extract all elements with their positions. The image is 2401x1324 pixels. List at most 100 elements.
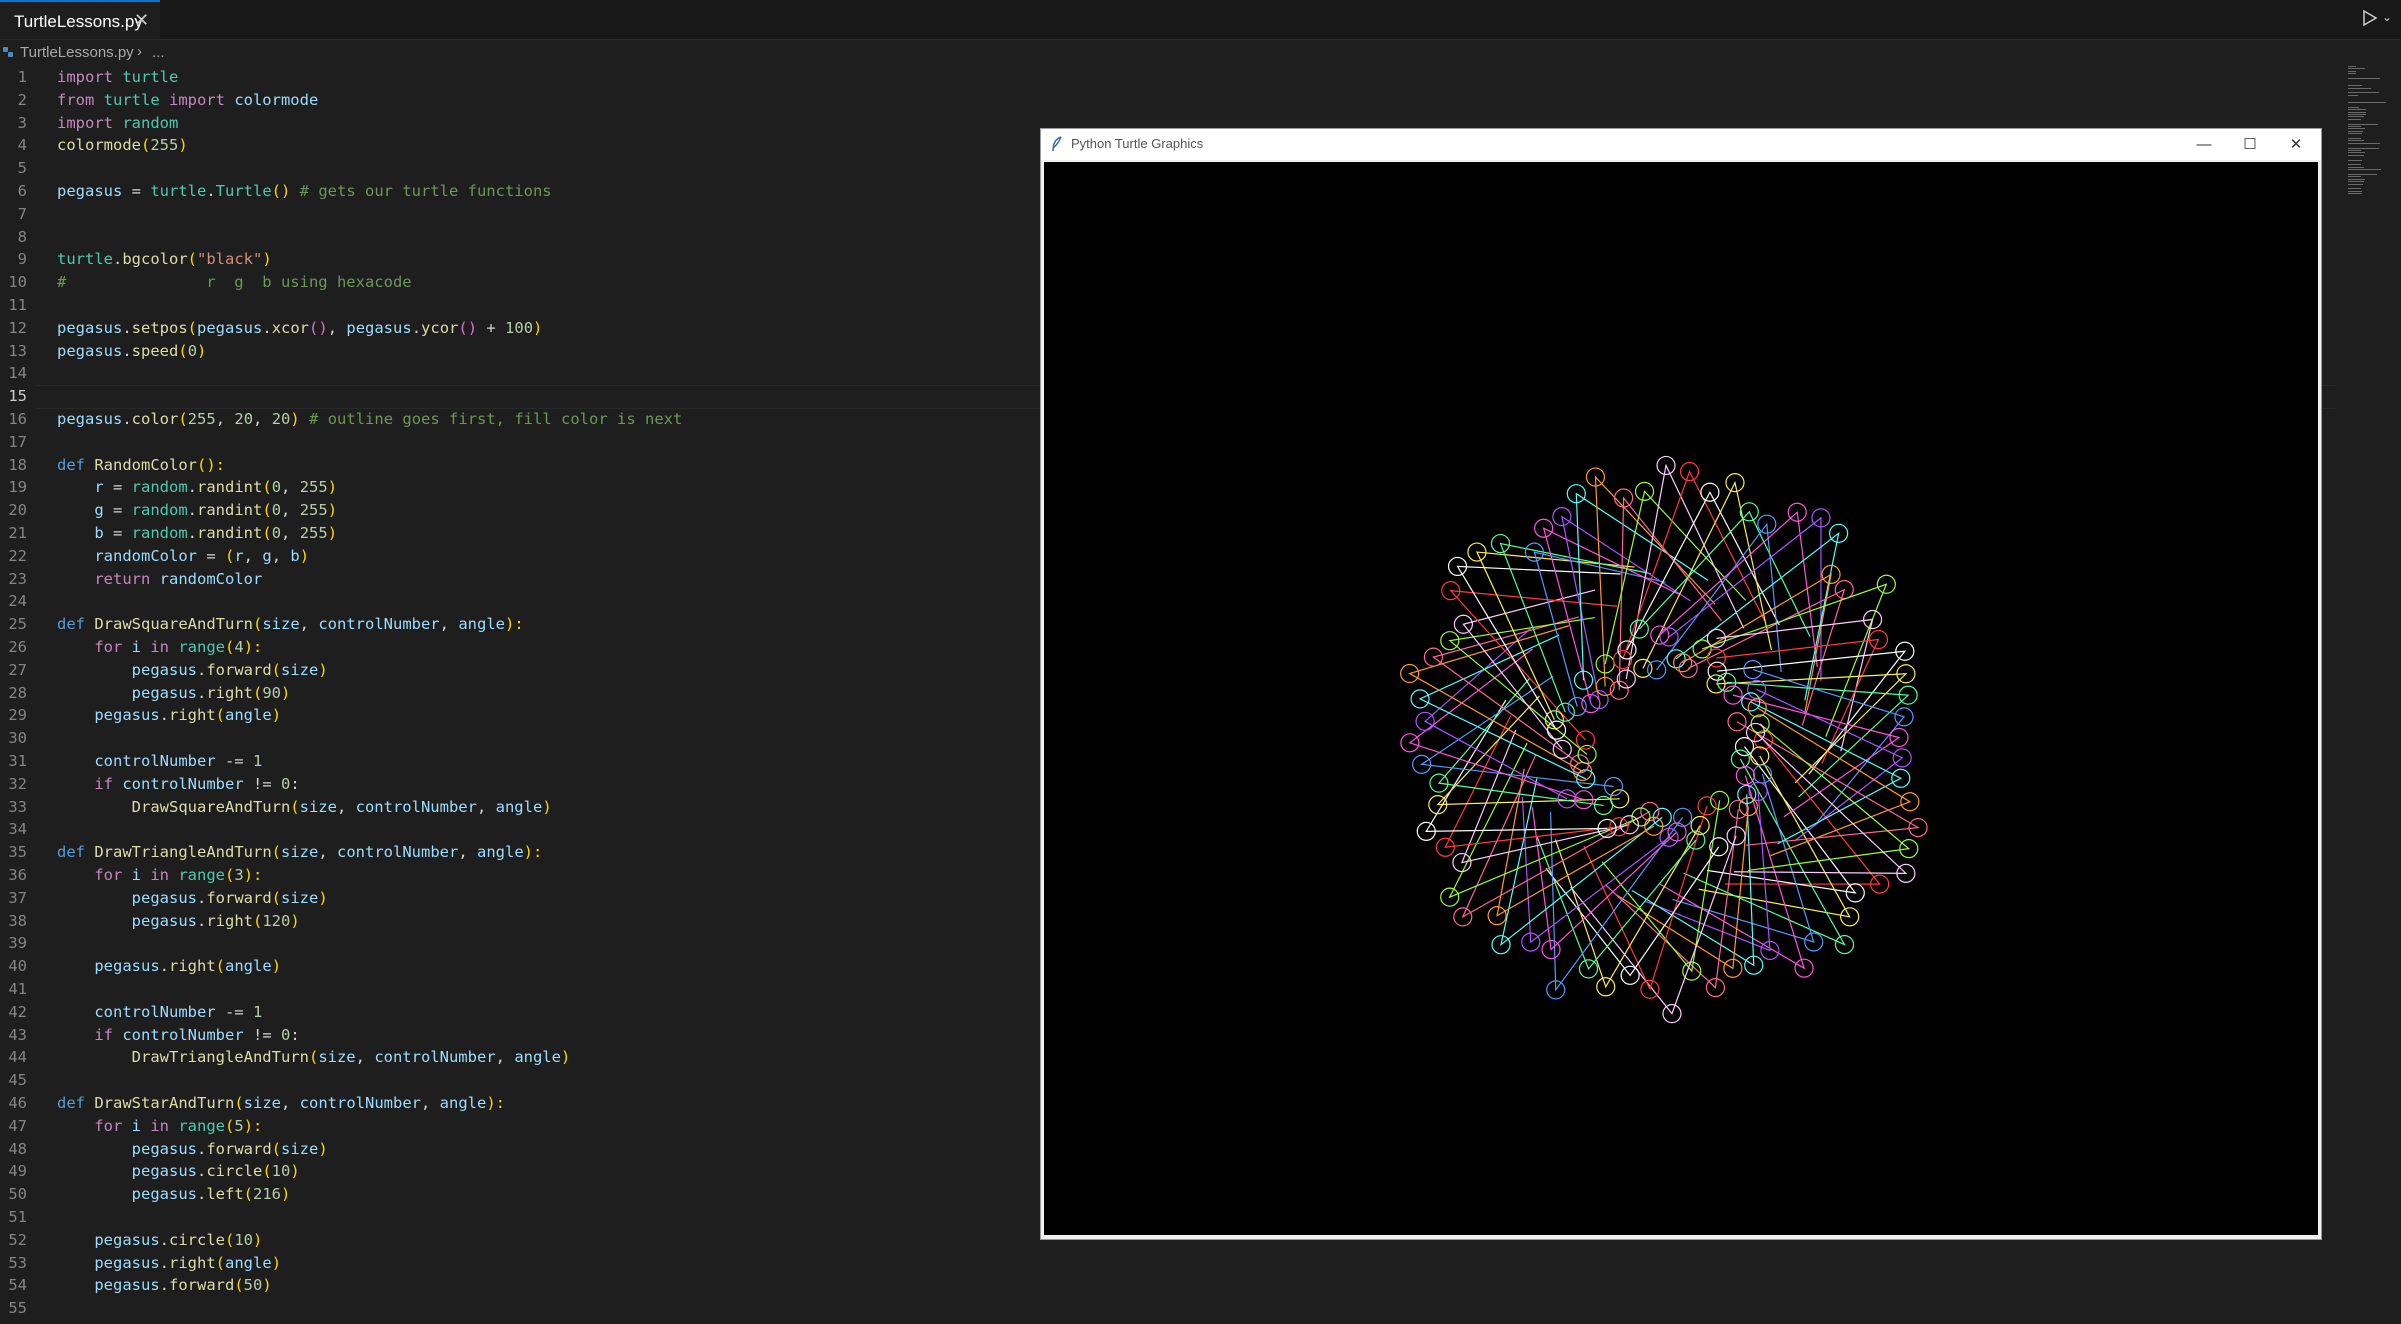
code-token: pegasus [57,1162,197,1181]
code-token: ) [327,524,338,542]
code-token: (): [197,455,225,474]
code-token: turtle [113,68,179,86]
code-token: controlNumber [299,1094,421,1112]
code-token: ( [262,478,272,497]
tab-label: TurtleLessons.py [14,12,143,31]
code-token: ( [225,866,235,884]
code-token: right [206,683,253,702]
code-token: ): [505,615,524,634]
minimap-line [2348,118,2362,120]
minimap-line [2348,150,2362,151]
code-token: ) [542,797,552,816]
minimap-line [2348,166,2364,168]
code-token: ( [187,318,198,337]
code-token: = [103,501,132,520]
breadcrumb-more[interactable]: ... [152,44,165,61]
minimap-line [2348,193,2362,195]
code-token: ( [262,524,272,542]
line-number: 37 [8,888,27,907]
minimize-icon[interactable]: — [2181,129,2227,160]
line-number: 47 [8,1116,27,1135]
line-code: pegasus = turtle.Turtle() # gets our tur… [57,180,552,203]
code-token: pegasus [57,888,197,907]
line-number: 40 [8,957,27,976]
code-token: pegasus [57,1230,160,1249]
code-token: ) [318,1139,328,1158]
code-token: turtle [57,250,113,269]
code-token: 10 [234,1230,254,1249]
minimap-line [2348,140,2364,142]
play-icon[interactable] [2362,9,2378,27]
code-token: # r g b using hexacode [57,273,412,292]
code-token: ): [243,866,263,884]
close-icon[interactable]: ✕ [2273,129,2319,160]
code-token: 100 [505,318,534,337]
line-code: pegasus.right(angle) [57,704,281,727]
line-number: 49 [8,1162,27,1181]
code-token: right [206,911,253,930]
line-code: pegasus.forward(size) [57,659,328,682]
code-token: size [281,1139,319,1158]
code-token: return [57,569,151,588]
minimap-line [2348,133,2363,135]
line-number: 30 [8,729,27,748]
code-token: in [150,866,169,884]
line-number: 41 [8,980,27,998]
code-token: pegasus [57,660,197,679]
code-token: , [439,615,459,634]
code-token: random [131,501,188,520]
line-number: 5 [17,159,27,178]
code-token: ( [215,706,226,725]
line-code: def DrawSquareAndTurn(size, controlNumbe… [57,613,524,636]
code-token: . [122,341,132,360]
code-token: pegasus [57,1276,160,1295]
minimap-line [2348,102,2386,103]
minimap-line [2348,92,2380,94]
code-token: , [281,501,300,520]
line-number: 6 [17,182,27,200]
code-token: () [309,318,328,337]
close-icon[interactable]: ✕ [134,10,149,31]
code-token: , [299,615,319,634]
code-token: forward [206,660,272,679]
line-code: # r g b using hexacode [57,271,412,294]
breadcrumb-file[interactable]: TurtleLessons.py [20,44,134,61]
line-number: 46 [8,1094,27,1112]
code-token: controlNumber [318,615,440,634]
breadcrumb-separator-icon: › [137,43,142,60]
turtle-star [1629,502,1811,639]
code-token: ( [252,615,263,634]
turtle-window-title: Python Turtle Graphics [1071,136,1204,151]
line-number: 22 [8,546,27,565]
code-token: () [271,182,291,200]
maximize-icon[interactable]: ☐ [2227,129,2273,160]
minimap-line [2348,70,2356,72]
minimap[interactable] [2348,66,2388,226]
minimap-line [2348,68,2365,70]
code-token: ) [271,957,282,976]
code-token: pegasus [57,1185,197,1204]
line-number: 35 [8,843,27,862]
line-code: turtle.bgcolor("black") [57,248,272,271]
code-token: 0 [271,524,282,542]
code-token: ( [253,683,263,702]
code-token: . [159,706,169,725]
code-token: setpos [131,318,188,337]
code-token: angle [439,1094,487,1112]
turtle-window-titlebar[interactable]: Python Turtle Graphics — ☐ ✕ [1041,129,2321,160]
line-code: pegasus.right(90) [57,682,291,705]
code-token: () [458,318,478,337]
code-token: ( [225,638,235,656]
chevron-down-icon[interactable]: ⌄ [2382,10,2392,24]
code-token: size [299,797,337,816]
code-token: for [57,638,123,656]
line-code: import random [57,112,178,135]
code-token: . [206,182,216,200]
tab-turtlelessons[interactable]: TurtleLessons.py ✕ [0,0,160,39]
code-token: i [122,638,151,656]
code-token: 255 [187,410,216,428]
code-token: # gets our turtle functions [290,182,552,200]
turtle-drawing [1400,455,1928,1024]
code-token: , [215,410,235,428]
